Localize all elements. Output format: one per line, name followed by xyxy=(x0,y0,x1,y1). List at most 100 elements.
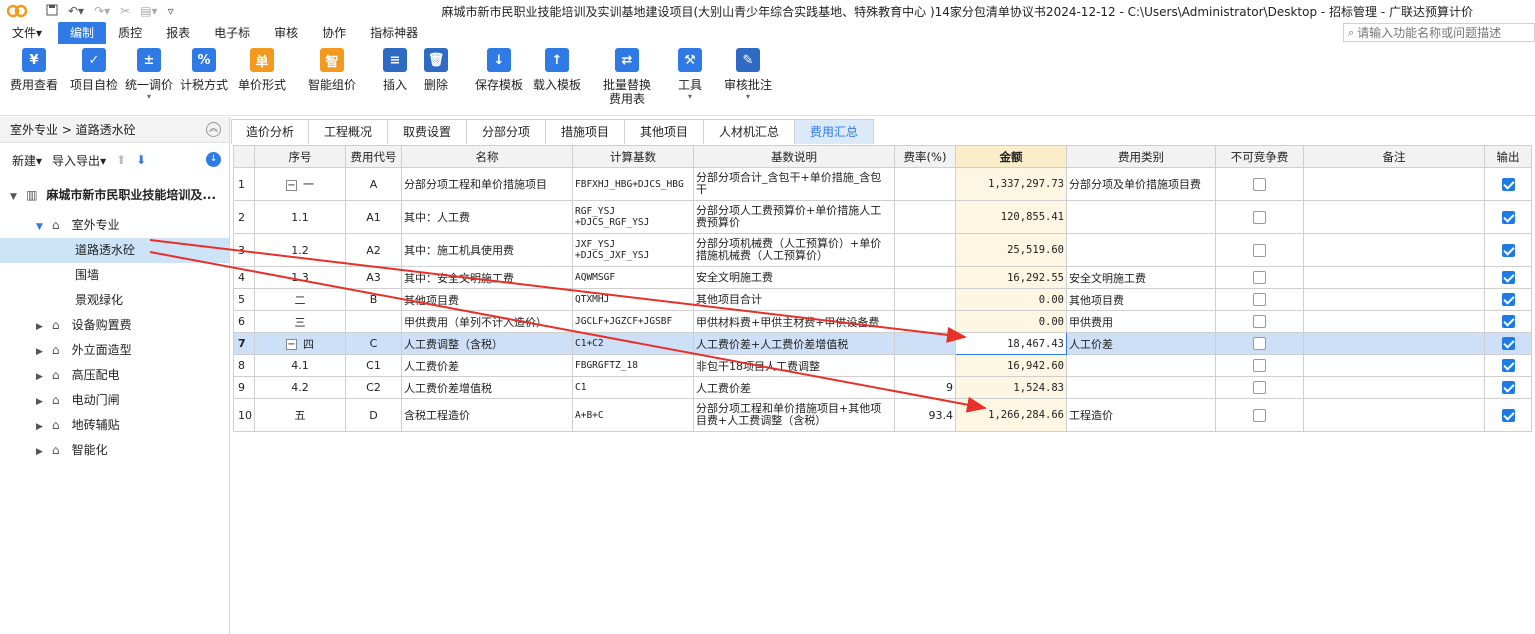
cell-remark[interactable] xyxy=(1303,200,1485,234)
cell-name[interactable]: 其中：人工费 xyxy=(401,200,573,234)
search-input[interactable] xyxy=(1357,25,1528,40)
collapse-node-icon[interactable]: − xyxy=(286,179,297,191)
cell-base[interactable]: A+B+C xyxy=(572,398,694,432)
tab-sub-items[interactable]: 分部分项 xyxy=(466,119,546,144)
output-checkbox[interactable] xyxy=(1501,177,1515,191)
cell-base[interactable]: FBFXHJ_HBG+DJCS_HBG xyxy=(572,167,694,201)
col-header-name[interactable]: 名称 xyxy=(401,145,573,168)
table-row[interactable]: 5 二 B 其他项目费 QTXMHJ 其他项目合计 0.00 其他项目费 xyxy=(233,288,1532,311)
noncompetitive-checkbox[interactable] xyxy=(1253,243,1266,257)
cell-seq[interactable]: − 一 xyxy=(254,167,346,201)
cell-category[interactable]: 甲供费用 xyxy=(1066,310,1216,333)
cell-name[interactable]: 人工费价差 xyxy=(401,354,573,377)
tree-item-outdoor[interactable]: ▼ ⌂ 室外专业 xyxy=(0,213,229,238)
cell-amount[interactable]: 1,337,297.73 xyxy=(955,167,1067,201)
noncompetitive-checkbox[interactable] xyxy=(1253,315,1266,329)
cell-amount[interactable]: 16,292.55 xyxy=(955,266,1067,289)
tab-project-overview[interactable]: 工程概况 xyxy=(308,119,388,144)
cell-name[interactable]: 其他项目费 xyxy=(401,288,573,311)
col-header-category[interactable]: 费用类别 xyxy=(1066,145,1216,168)
tree-item-landscape[interactable]: 景观绿化 xyxy=(0,288,229,313)
cell-amount[interactable]: 120,855.41 xyxy=(955,200,1067,234)
collapsed-arrow-icon[interactable]: ▶ xyxy=(36,440,48,463)
menu-edit[interactable]: 编制 xyxy=(58,22,107,44)
noncompetitive-checkbox[interactable] xyxy=(1253,210,1266,224)
col-header-noncompetitive[interactable]: 不可竞争费 xyxy=(1215,145,1304,168)
download-icon[interactable]: ↓ xyxy=(206,152,221,167)
customize-icon[interactable]: ▿ xyxy=(168,4,174,18)
tree-item-facade[interactable]: ▶ ⌂ 外立面造型 xyxy=(0,338,229,363)
review-note-button[interactable]: ✎ 审核批注 ▾ xyxy=(724,48,772,102)
cell-name[interactable]: 分部分项工程和单价措施项目 xyxy=(401,167,573,201)
cell-category[interactable] xyxy=(1066,354,1216,377)
cell-desc[interactable]: 分部分项工程和单价措施项目+其他项目费+人工费调整（含税） xyxy=(693,398,895,432)
collapse-node-icon[interactable]: − xyxy=(286,339,297,350)
cell-remark[interactable] xyxy=(1303,310,1485,333)
col-header-code[interactable]: 费用代号 xyxy=(345,145,402,168)
noncompetitive-checkbox[interactable] xyxy=(1253,408,1266,422)
output-checkbox[interactable] xyxy=(1501,337,1515,351)
cell-desc[interactable]: 甲供材料费+甲供主材费+甲供设备费 xyxy=(693,310,895,333)
cell-category[interactable] xyxy=(1066,376,1216,399)
insert-button[interactable]: ≡ 插入 xyxy=(383,48,407,92)
collapsed-arrow-icon[interactable]: ▶ xyxy=(36,390,48,413)
menu-collab[interactable]: 协作 xyxy=(310,22,358,44)
price-adjust-button[interactable]: ± 统一调价 ▾ xyxy=(125,48,173,102)
output-checkbox[interactable] xyxy=(1501,359,1515,373)
cell-rate[interactable]: 93.4 xyxy=(894,398,956,432)
menu-index[interactable]: 指标神器 xyxy=(358,22,430,44)
cell-remark[interactable] xyxy=(1303,288,1485,311)
noncompetitive-checkbox[interactable] xyxy=(1253,359,1266,373)
cell-seq[interactable]: 五 xyxy=(254,398,346,432)
col-header-desc[interactable]: 基数说明 xyxy=(693,145,895,168)
tree-item-gate[interactable]: ▶ ⌂ 电动门闸 xyxy=(0,388,229,413)
cell-code[interactable]: A xyxy=(345,167,402,201)
cell-amount[interactable]: 16,942.60 xyxy=(955,354,1067,377)
cell-code[interactable]: D xyxy=(345,398,402,432)
cell-seq[interactable]: 1.2 xyxy=(254,233,346,267)
tab-fee-settings[interactable]: 取费设置 xyxy=(387,119,467,144)
col-header-rate[interactable]: 费率(%) xyxy=(894,145,956,168)
noncompetitive-checkbox[interactable] xyxy=(1253,271,1266,285)
cell-desc[interactable]: 人工费价差 xyxy=(693,376,895,399)
cell-name[interactable]: 其中：施工机具使用费 xyxy=(401,233,573,267)
cell-amount[interactable]: 25,519.60 xyxy=(955,233,1067,267)
cell-base[interactable]: JGCLF+JGZCF+JGSBF xyxy=(572,310,694,333)
output-checkbox[interactable] xyxy=(1501,210,1515,224)
move-up-icon[interactable]: ⬆ xyxy=(116,153,126,167)
cell-seq[interactable]: 1.3 xyxy=(254,266,346,289)
cost-view-button[interactable]: ¥ 费用查看 xyxy=(10,48,58,92)
collapsed-arrow-icon[interactable]: ▶ xyxy=(36,365,48,388)
save-icon[interactable] xyxy=(46,4,58,19)
collapsed-arrow-icon[interactable]: ▶ xyxy=(36,315,48,338)
menu-review[interactable]: 审核 xyxy=(262,22,310,44)
cell-base[interactable]: C1 xyxy=(572,376,694,399)
cell-rate[interactable] xyxy=(894,332,956,355)
cell-rate[interactable] xyxy=(894,354,956,377)
col-header-seq[interactable]: 序号 xyxy=(254,145,346,168)
cell-base[interactable]: AQWMSGF xyxy=(572,266,694,289)
cell-amount[interactable]: 0.00 xyxy=(955,310,1067,333)
delete-button[interactable]: 🗑 删除 xyxy=(424,48,448,92)
menu-file[interactable]: 文件▾ xyxy=(0,22,54,44)
tree-item-tiling[interactable]: ▶ ⌂ 地砖辅贴 xyxy=(0,413,229,438)
cell-amount[interactable]: 1,266,284.66 xyxy=(955,398,1067,432)
tree-item-wall[interactable]: 围墙 xyxy=(0,263,229,288)
cell-category[interactable]: 工程造价 xyxy=(1066,398,1216,432)
cell-code[interactable]: C1 xyxy=(345,354,402,377)
cell-seq[interactable]: 1.1 xyxy=(254,200,346,234)
cell-remark[interactable] xyxy=(1303,354,1485,377)
cut-icon[interactable]: ✂ xyxy=(120,4,130,18)
col-header-remark[interactable]: 备注 xyxy=(1303,145,1485,168)
cell-seq[interactable]: 4.2 xyxy=(254,376,346,399)
noncompetitive-checkbox[interactable] xyxy=(1253,381,1266,395)
cell-rate[interactable] xyxy=(894,288,956,311)
batch-replace-button[interactable]: ⇄ 批量替换 费用表 xyxy=(603,48,651,106)
tree-project-root[interactable]: ▼ ▥ 麻城市新市民职业技能培训及... xyxy=(0,183,229,208)
cell-rate[interactable] xyxy=(894,167,956,201)
tab-measures[interactable]: 措施项目 xyxy=(545,119,625,144)
undo-icon[interactable]: ↶▾ xyxy=(68,4,84,18)
expanded-arrow-icon[interactable]: ▼ xyxy=(10,185,22,208)
cell-amount[interactable]: 18,467.43 xyxy=(955,332,1067,355)
cell-category[interactable]: 安全文明施工费 xyxy=(1066,266,1216,289)
